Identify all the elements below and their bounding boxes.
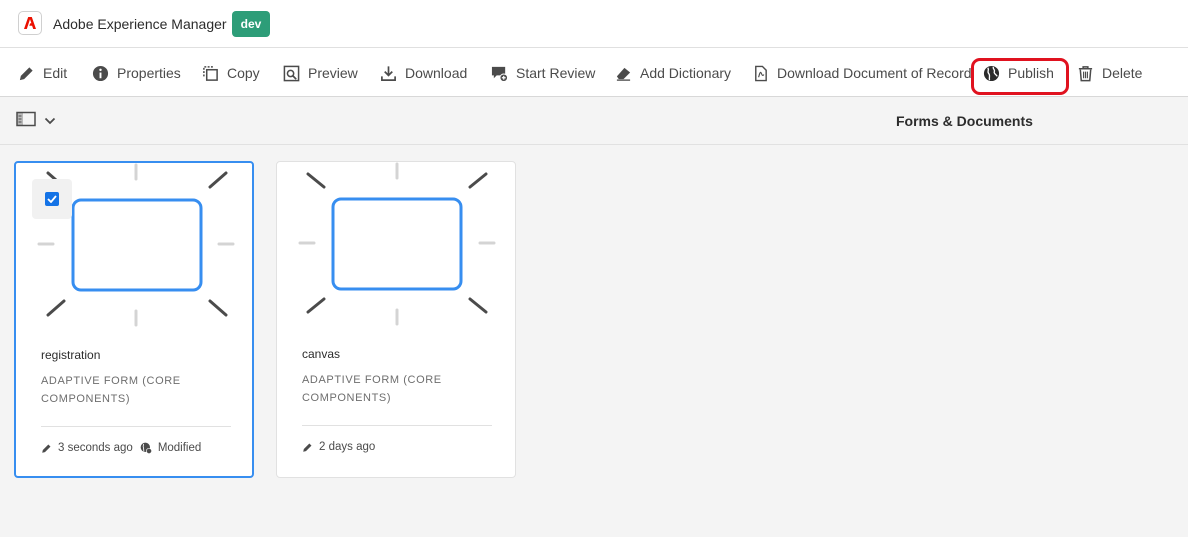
asset-type: ADAPTIVE FORM (CORE COMPONENTS) <box>41 375 181 405</box>
section-title: Forms & Documents <box>896 113 1033 129</box>
download-label: Download <box>405 65 468 81</box>
download-button[interactable]: Download <box>379 63 467 83</box>
start-review-button[interactable]: Start Review <box>490 63 595 83</box>
edit-label: Edit <box>43 65 68 81</box>
trash-icon <box>1076 64 1094 82</box>
properties-label: Properties <box>117 65 181 81</box>
publish-status: Modified <box>157 442 202 454</box>
document-icon <box>751 64 769 82</box>
preview-button[interactable]: Preview <box>282 63 358 83</box>
copy-icon <box>201 64 219 82</box>
publish-label: Publish <box>1008 65 1054 81</box>
download-document-of-record-button[interactable]: Download Document of Record <box>751 63 972 83</box>
globe-modified-icon <box>140 442 152 454</box>
rail-toggle-button[interactable] <box>16 111 60 132</box>
asset-card-registration[interactable]: registration ADAPTIVE FORM (CORE COMPONE… <box>14 161 254 478</box>
environment-badge: dev <box>232 11 270 37</box>
preview-icon <box>282 64 300 82</box>
top-bar: Adobe Experience Manager dev <box>0 0 1188 48</box>
copy-label: Copy <box>227 65 260 81</box>
info-icon <box>91 64 109 82</box>
delete-label: Delete <box>1102 65 1143 81</box>
publish-button[interactable]: Publish <box>982 63 1054 83</box>
card-divider <box>302 425 492 426</box>
globe-icon <box>982 64 1000 82</box>
select-checkbox[interactable] <box>32 179 72 219</box>
asset-name: registration <box>41 348 101 362</box>
asset-meta: 2 days ago <box>302 441 375 453</box>
title-bar: Forms & Documents <box>0 97 1188 145</box>
chevron-down-icon <box>44 112 56 130</box>
form-thumbnail <box>16 163 256 333</box>
edit-button[interactable]: Edit <box>17 63 67 83</box>
modified-time: 3 seconds ago <box>58 442 133 454</box>
delete-button[interactable]: Delete <box>1076 63 1142 83</box>
asset-name: canvas <box>302 347 341 361</box>
form-thumbnail <box>277 162 517 332</box>
pencil-icon <box>302 442 313 453</box>
download-icon <box>379 64 397 82</box>
add-dictionary-button[interactable]: Add Dictionary <box>614 63 731 83</box>
sidebar-icon <box>16 111 36 132</box>
pencil-icon <box>41 443 52 454</box>
eraser-icon <box>614 64 632 82</box>
review-icon <box>490 64 508 82</box>
asset-type: ADAPTIVE FORM (CORE COMPONENTS) <box>302 374 442 404</box>
start-review-label: Start Review <box>516 65 596 81</box>
properties-button[interactable]: Properties <box>91 63 181 83</box>
download-document-of-record-label: Download Document of Record <box>777 65 972 81</box>
copy-button[interactable]: Copy <box>201 63 260 83</box>
asset-card-canvas[interactable]: canvas ADAPTIVE FORM (CORE COMPONENTS) 2… <box>276 161 516 478</box>
preview-label: Preview <box>308 65 358 81</box>
adobe-logo-icon[interactable] <box>18 11 42 35</box>
modified-time: 2 days ago <box>319 441 376 453</box>
asset-meta: 3 seconds ago Modified <box>41 442 201 454</box>
pencil-icon <box>17 64 35 82</box>
app-title[interactable]: Adobe Experience Manager <box>53 16 227 32</box>
checkmark-icon <box>45 192 59 206</box>
action-bar: Edit Properties Copy Preview Download St… <box>0 48 1188 97</box>
card-divider <box>41 426 231 427</box>
add-dictionary-label: Add Dictionary <box>640 65 732 81</box>
